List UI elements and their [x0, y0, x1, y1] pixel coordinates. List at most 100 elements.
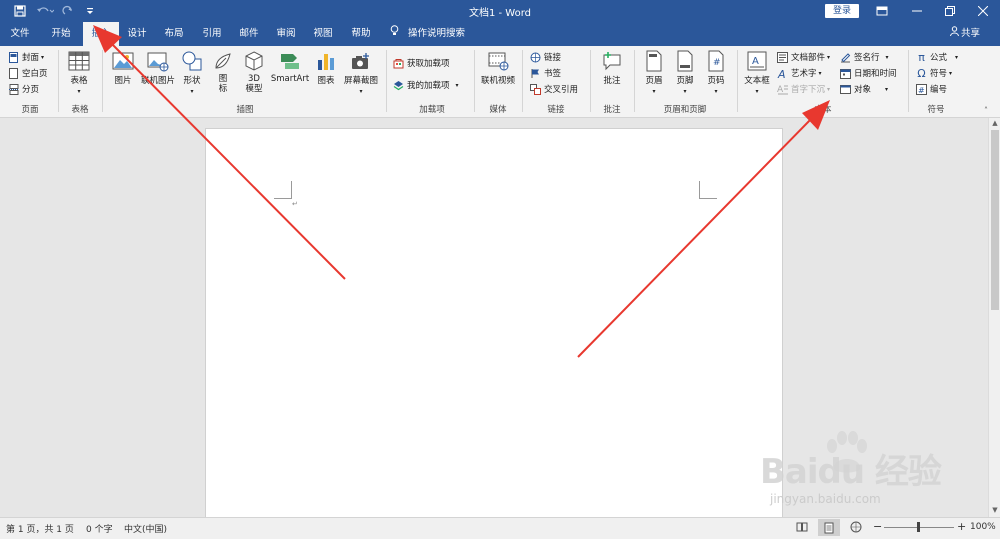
ribbon-display-icon[interactable] [865, 0, 899, 22]
tab-layout[interactable]: 布局 [156, 22, 192, 46]
tab-home[interactable]: 开始 [42, 22, 80, 46]
chevron-down-icon: ▾ [827, 53, 831, 61]
scroll-up-icon[interactable]: ▲ [991, 119, 999, 127]
blank-page-button[interactable]: 空白页 [8, 66, 48, 80]
document-page[interactable]: ↵ [205, 128, 783, 517]
redo-icon[interactable] [60, 3, 76, 19]
tab-help[interactable]: 帮助 [342, 22, 380, 46]
pictures-label: 图片 [114, 76, 132, 86]
tab-review[interactable]: 审阅 [268, 22, 304, 46]
close-icon[interactable] [966, 0, 1000, 22]
page-count[interactable]: 第 1 页，共 1 页 [6, 522, 74, 535]
link-icon [530, 52, 541, 63]
zoom-out-icon[interactable]: − [873, 520, 882, 533]
group-divider [386, 50, 387, 112]
page-break-button[interactable]: 分页 [8, 82, 39, 96]
minimize-icon[interactable] [900, 0, 934, 22]
icons-icon [212, 50, 234, 72]
3d-models-button[interactable]: 3D 模型 [240, 50, 268, 94]
zoom-slider-thumb[interactable] [917, 522, 920, 532]
restore-icon[interactable] [933, 0, 967, 22]
drop-cap-button[interactable]: A 首字下沉 ▾ [777, 82, 830, 96]
textbox-button[interactable]: A 文本框 ▾ [742, 50, 772, 96]
omega-icon: Ω [917, 66, 926, 80]
online-pictures-button[interactable]: 联机图片 [140, 50, 176, 86]
group-divider [908, 50, 909, 112]
page-number-button[interactable]: # 页码 ▾ [702, 50, 730, 96]
tab-mailings[interactable]: 邮件 [231, 22, 267, 46]
shapes-button[interactable]: 形状 ▾ [178, 50, 206, 96]
my-addins-button[interactable]: 我的加载项 ▾ [393, 78, 459, 92]
language-indicator[interactable]: 中文(中国) [124, 522, 167, 535]
title-bar: 文档1 - Word 登录 [0, 0, 1000, 22]
zoom-in-icon[interactable]: + [957, 520, 966, 533]
tab-insert[interactable]: 插入 [83, 22, 119, 46]
number-label: 编号 [930, 85, 948, 95]
3d-models-label: 3D 模型 [245, 74, 263, 94]
pi-icon: π [918, 50, 925, 64]
group-label-text: 文本 [814, 105, 832, 115]
bookmark-icon [530, 68, 541, 79]
page-number-icon: # [705, 50, 727, 72]
group-label-media: 媒体 [489, 105, 507, 115]
object-button[interactable]: 对象 ▾ [840, 82, 888, 96]
ribbon-insert: 封面 ▾ 空白页 分页 页面 表格 ▾ 表格 图片 联机图片 形状 ▾ 图标 3D 模… [0, 46, 1000, 118]
addins-icon [393, 80, 404, 91]
customize-icon[interactable] [82, 3, 98, 19]
svg-text:A: A [777, 68, 786, 79]
tab-view[interactable]: 视图 [305, 22, 341, 46]
equation-button[interactable]: π 公式 ▾ [916, 50, 958, 64]
get-addins-button[interactable]: 获取加载项 [393, 56, 450, 70]
print-layout-icon[interactable] [818, 519, 840, 536]
footer-button[interactable]: 页脚 ▾ [671, 50, 699, 96]
group-divider [102, 50, 103, 112]
screenshot-button[interactable]: 屏幕截图 ▾ [341, 50, 381, 96]
date-time-button[interactable]: 日期和时间 [840, 66, 897, 80]
share-button[interactable]: 共享 [950, 22, 980, 46]
table-label: 表格 [70, 76, 88, 86]
table-button[interactable]: 表格 ▾ [64, 50, 94, 96]
quick-parts-button[interactable]: 文档部件 ▾ [777, 50, 830, 64]
undo-icon[interactable] [34, 3, 56, 19]
chart-button[interactable]: 图表 [313, 50, 339, 86]
scrollbar-thumb[interactable] [991, 130, 999, 310]
bookmark-button[interactable]: 书签 [530, 66, 561, 80]
header-button[interactable]: 页眉 ▾ [640, 50, 668, 96]
web-layout-icon[interactable] [850, 521, 862, 536]
tell-me-search[interactable]: 操作说明搜索 [390, 22, 465, 46]
online-video-button[interactable]: 联机视频 [478, 50, 518, 86]
group-divider [474, 50, 475, 112]
screenshot-label: 屏幕截图 [343, 76, 378, 86]
chevron-down-icon: ▾ [818, 69, 822, 77]
icons-label: 图标 [218, 74, 228, 94]
icons-button[interactable]: 图标 [210, 50, 236, 94]
link-button[interactable]: 链接 [530, 50, 561, 64]
object-icon [840, 84, 851, 95]
signature-line-label: 签名行 [854, 53, 880, 63]
pictures-button[interactable]: 图片 [108, 50, 138, 86]
zoom-level[interactable]: 100% [970, 522, 996, 532]
number-button[interactable]: # 编号 [916, 82, 947, 96]
signature-line-button[interactable]: 签名行 ▾ [840, 50, 889, 64]
symbol-button[interactable]: Ω 符号 ▾ [916, 66, 952, 80]
signin-button[interactable]: 登录 [825, 4, 859, 18]
group-divider [522, 50, 523, 112]
blank-page-label: 空白页 [22, 69, 48, 79]
read-mode-icon[interactable] [796, 521, 808, 536]
word-count[interactable]: 0 个字 [86, 522, 113, 535]
wordart-button[interactable]: A 艺术字 ▾ [777, 66, 822, 80]
tab-references[interactable]: 引用 [194, 22, 230, 46]
cube-icon [243, 50, 265, 72]
vertical-scrollbar[interactable]: ▲ ▼ [988, 118, 1000, 517]
tab-file[interactable]: 文件 [2, 22, 38, 46]
scroll-down-icon[interactable]: ▼ [991, 506, 999, 514]
cross-reference-button[interactable]: 交叉引用 [530, 82, 578, 96]
collapse-ribbon-icon[interactable]: ˄ [984, 106, 988, 115]
comment-button[interactable]: 批注 [597, 50, 627, 86]
group-label-header-footer: 页眉和页脚 [663, 105, 707, 115]
smartart-button[interactable]: SmartArt [270, 50, 310, 84]
save-icon[interactable] [12, 3, 28, 19]
document-area: ↵ [0, 118, 988, 517]
tab-design[interactable]: 设计 [120, 22, 154, 46]
cover-page-button[interactable]: 封面 ▾ [8, 50, 44, 64]
